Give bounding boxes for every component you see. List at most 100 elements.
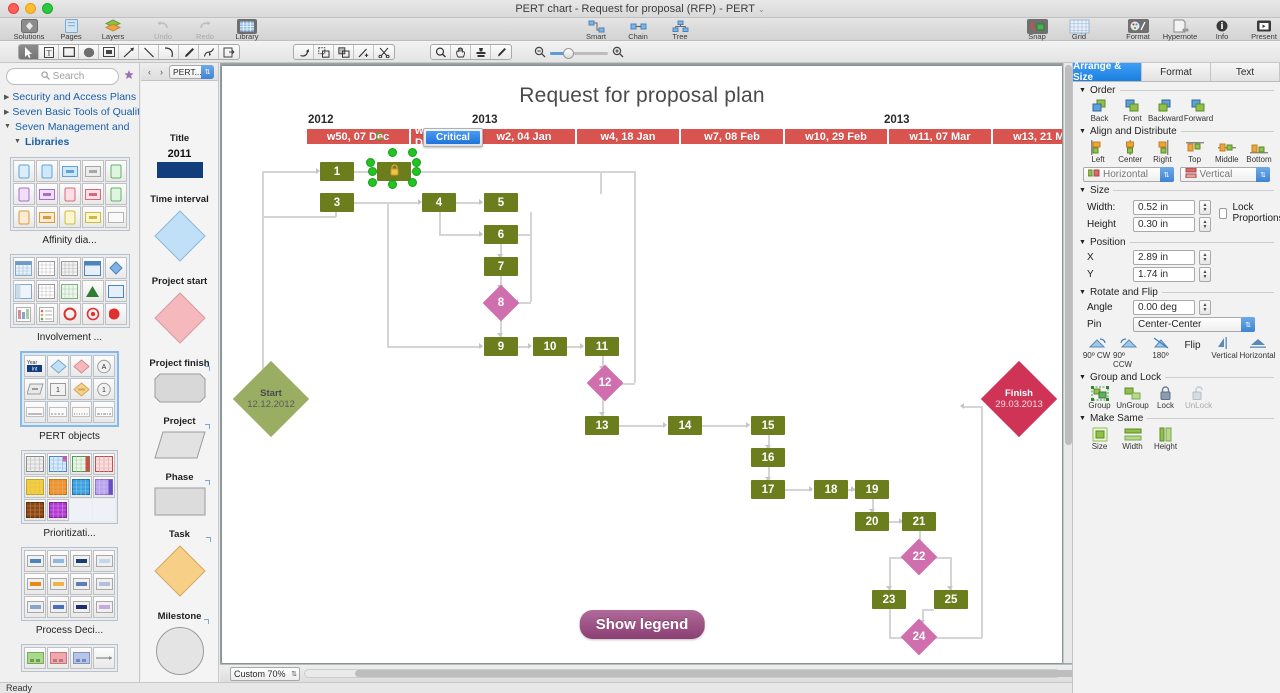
task-node[interactable]: 5: [484, 193, 518, 212]
x-input[interactable]: 2.89 in: [1133, 250, 1195, 265]
toolbar-button-undo[interactable]: Undo: [142, 19, 184, 41]
library-thumbnail[interactable]: [21, 644, 118, 672]
connector-add-icon[interactable]: [354, 45, 374, 59]
shape-cell[interactable]: [12, 303, 35, 325]
fragment-icon[interactable]: [334, 45, 354, 59]
canvas-horizontal-scrollbar[interactable]: [304, 669, 1075, 678]
line-icon[interactable]: [139, 45, 159, 59]
timeline-bar[interactable]: w50, 07 Dec: [306, 128, 410, 145]
palette-shape-milestone[interactable]: Milestone: [155, 611, 209, 679]
shape-cell[interactable]: [93, 453, 115, 475]
chevron-down-icon[interactable]: ▼: [1079, 87, 1086, 94]
zoom-track[interactable]: [550, 48, 608, 59]
flip-button-horizontal[interactable]: Horizontal: [1240, 335, 1276, 360]
zoom-in-icon[interactable]: [612, 46, 624, 61]
task-node[interactable]: 23: [872, 590, 906, 609]
lock-button[interactable]: Lock: [1149, 385, 1182, 410]
shape-cell[interactable]: [70, 355, 92, 377]
align-button-center[interactable]: Center: [1115, 139, 1145, 164]
shape-cell[interactable]: [81, 206, 104, 228]
chevron-right-icon[interactable]: ▶: [4, 108, 9, 116]
palette-shape-project-start[interactable]: Project start: [152, 276, 207, 348]
pen-icon[interactable]: [179, 45, 199, 59]
shape-cell[interactable]: [104, 280, 127, 302]
toolbar-button-tree[interactable]: Tree: [659, 19, 701, 41]
shape-cell[interactable]: [47, 355, 69, 377]
milestone-node[interactable]: 12: [586, 364, 624, 402]
palette-shape-graphic[interactable]: [154, 366, 210, 406]
group-button[interactable]: Group: [1083, 385, 1116, 410]
tab-text[interactable]: Text: [1211, 63, 1280, 81]
canvas-vertical-scrollbar[interactable]: [1063, 63, 1072, 663]
shape-cell[interactable]: [35, 280, 58, 302]
shape-cell[interactable]: [24, 596, 46, 618]
stepper-icon[interactable]: ⇅: [1256, 167, 1270, 182]
selection-handle[interactable]: [408, 148, 417, 157]
selection-handle[interactable]: [412, 158, 421, 167]
canvas-area[interactable]: Request for proposal plan 2012 2013 2013…: [220, 63, 1075, 682]
toolbar-button-format[interactable]: Format: [1117, 19, 1159, 41]
shape-cell[interactable]: [70, 647, 92, 669]
task-node[interactable]: 6: [484, 225, 518, 244]
zoom-level-select[interactable]: Custom 70% ⇅: [230, 666, 300, 681]
toolbar-button-grid[interactable]: Grid: [1058, 19, 1100, 41]
chevron-down-icon[interactable]: ▼: [1079, 239, 1086, 246]
selection-handle[interactable]: [368, 167, 377, 176]
task-node[interactable]: 3: [320, 193, 354, 212]
task-node[interactable]: 16: [751, 448, 785, 467]
library-item[interactable]: Affinity dia...: [0, 157, 139, 246]
shape-cell[interactable]: [58, 280, 81, 302]
y-stepper[interactable]: ▲ ▼: [1199, 267, 1211, 282]
timeline-bar[interactable]: w7, 08 Feb: [680, 128, 784, 145]
shape-cell[interactable]: [35, 183, 58, 205]
shape-cell[interactable]: A: [93, 355, 115, 377]
shape-cell[interactable]: [70, 476, 92, 498]
library-thumbnail[interactable]: [21, 450, 118, 524]
shape-cell[interactable]: [93, 573, 115, 595]
shape-cell[interactable]: [12, 206, 35, 228]
library-item[interactable]: Process Deci...: [0, 547, 139, 636]
shape-cell[interactable]: [70, 596, 92, 618]
section-header[interactable]: ▼ Order: [1079, 85, 1274, 96]
milestone-node[interactable]: 24: [900, 618, 938, 656]
scissors-icon[interactable]: [374, 45, 394, 59]
chevron-right-icon[interactable]: ›: [157, 67, 166, 77]
shape-cell[interactable]: [58, 160, 81, 182]
make-same-size-button[interactable]: Size: [1083, 426, 1116, 451]
task-node[interactable]: 25: [934, 590, 968, 609]
shape-cell[interactable]: [47, 573, 69, 595]
palette-shape-graphic[interactable]: [153, 209, 207, 266]
palette-shape-graphic[interactable]: [155, 619, 209, 679]
toolbar-button-smart[interactable]: Smart: [575, 19, 617, 41]
finish-milestone[interactable]: Finish 29.03.2013: [980, 360, 1058, 438]
sidebar-item-seven-management[interactable]: ▼ Seven Management and: [0, 119, 139, 134]
ungroup-button[interactable]: UnGroup: [1116, 385, 1149, 410]
library-item[interactable]: [0, 644, 139, 672]
palette-shape-project[interactable]: Project: [153, 416, 210, 462]
shape-cell[interactable]: [104, 257, 127, 279]
task-node[interactable]: 7: [484, 257, 518, 276]
palette-stepper-icon[interactable]: ⇅: [201, 64, 214, 79]
selection-handle[interactable]: [388, 148, 397, 157]
shape-cell[interactable]: [93, 476, 115, 498]
library-item[interactable]: Involvement ...: [0, 254, 139, 343]
palette-selector[interactable]: PERT... ⇅: [169, 64, 214, 79]
task-node[interactable]: 11: [585, 337, 619, 356]
rotate-button-90ccw[interactable]: 90º CCW: [1113, 335, 1144, 369]
hand-icon[interactable]: [451, 45, 471, 59]
zoom-slider[interactable]: [534, 46, 624, 61]
toolbar-button-chain[interactable]: Chain: [617, 19, 659, 41]
shape-cell[interactable]: [81, 183, 104, 205]
zoom-knob[interactable]: [563, 48, 574, 59]
selection-handle[interactable]: [368, 178, 377, 187]
section-header[interactable]: ▼ Make Same: [1079, 413, 1274, 424]
shape-cell[interactable]: [24, 550, 46, 572]
toolbar-button-pages[interactable]: Pages: [50, 19, 92, 41]
chevron-down-icon[interactable]: ▼: [1079, 187, 1086, 194]
chevron-down-icon[interactable]: ▼: [1079, 415, 1086, 422]
shape-cell[interactable]: [104, 160, 127, 182]
shape-cell[interactable]: [58, 257, 81, 279]
shape-cell[interactable]: [81, 257, 104, 279]
scrollbar-thumb[interactable]: [1065, 65, 1072, 445]
ellipse-icon[interactable]: [79, 45, 99, 59]
